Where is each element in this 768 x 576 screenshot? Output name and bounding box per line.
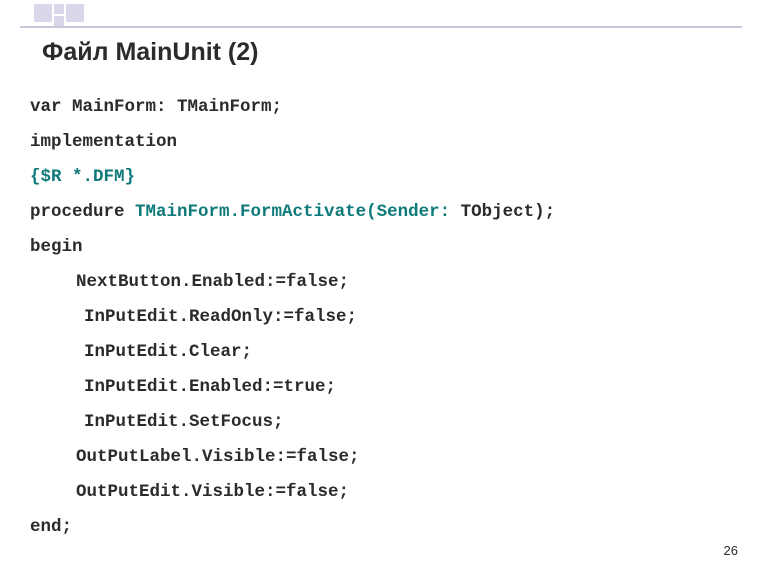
code-line: NextButton.Enabled:=false; [30,265,728,300]
slide-title: Файл MainUnit (2) [42,38,258,67]
code-line: procedure TMainForm.FormActivate(Sender:… [30,195,728,230]
code-fragment: NextButton.Enabled:=false; [30,265,349,300]
code-line: OutPutLabel.Visible:=false; [30,440,728,475]
code-block: var MainForm: TMainForm; implementation … [30,90,728,545]
deco-square [34,4,52,22]
code-fragment-method: TMainForm.FormActivate(Sender: [135,202,450,222]
code-fragment: OutPutLabel.Visible:=false; [30,440,360,475]
code-fragment: InPutEdit.Clear; [30,335,252,370]
code-line: InPutEdit.ReadOnly:=false; [30,300,728,335]
code-line: begin [30,230,728,265]
code-line: implementation [30,125,728,160]
code-line: OutPutEdit.Visible:=false; [30,475,728,510]
deco-square [54,4,64,14]
header-decoration [20,4,108,34]
header-rule [20,26,742,28]
code-line: InPutEdit.Clear; [30,335,728,370]
deco-square [54,16,64,26]
code-fragment: procedure [30,202,135,222]
code-fragment: InPutEdit.SetFocus; [30,405,284,440]
code-fragment: TObject); [450,202,555,222]
code-line-directive: {$R *.DFM} [30,160,728,195]
code-fragment: InPutEdit.ReadOnly:=false; [30,300,357,335]
slide: Файл MainUnit (2) var MainForm: TMainFor… [0,0,768,576]
code-fragment: OutPutEdit.Visible:=false; [30,475,349,510]
deco-square [66,4,84,22]
code-fragment: InPutEdit.Enabled:=true; [30,370,336,405]
code-line: InPutEdit.Enabled:=true; [30,370,728,405]
code-line: var MainForm: TMainForm; [30,90,728,125]
code-line: InPutEdit.SetFocus; [30,405,728,440]
page-number: 26 [724,543,738,558]
code-line: end; [30,510,728,545]
